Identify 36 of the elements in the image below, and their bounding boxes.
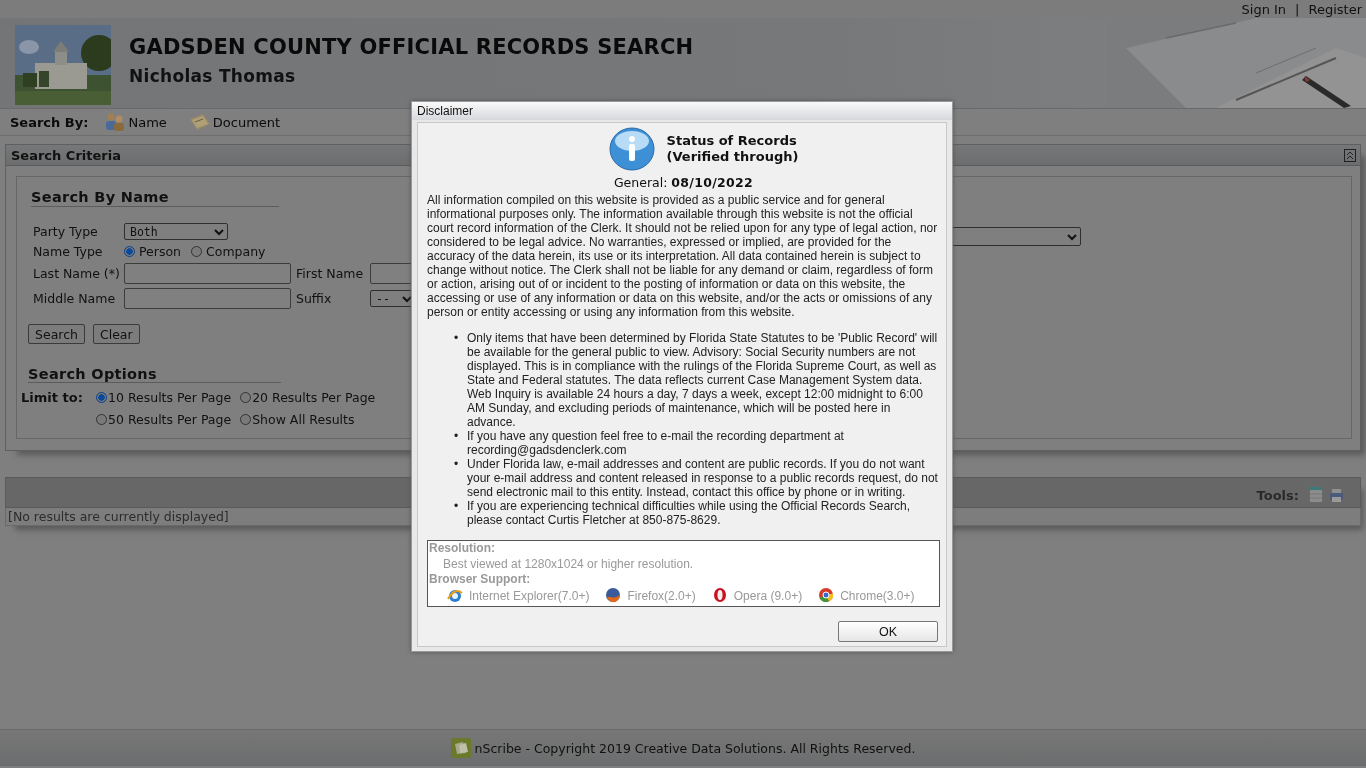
separator: | bbox=[1295, 1, 1300, 17]
resolution-label: Resolution: bbox=[429, 541, 496, 556]
site-subtitle: Nicholas Thomas bbox=[129, 66, 297, 86]
disclaimer-paragraph: All information compiled on this website is provided as a public service and for general informational purposes only. The information available through this website is not the official court record information of the Clerk. It should not be relied upon for any type of legal action, nor considered to be legal advice. No warranties, expressed or implied, are provided for the accuracy of the data herein, its use or its interpretation. All data contained herein is subject to change without notice. The Clerk shall not be liable for any demand or claim, regardless of form or action, arising out of or incident to the posting of information or data on this website, the accessing or use of any information or data on this website, and/or the acts or omissions of any person or entity accessing or using any information from this website. bbox=[427, 193, 939, 319]
tools-label: Tools: bbox=[1256, 488, 1299, 503]
field-label: Party Type bbox=[33, 224, 99, 239]
section-heading: Search By Name bbox=[31, 189, 279, 207]
browser-name: Firefox(2.0+) bbox=[627, 589, 696, 603]
resolution-text: Best viewed at 1280x1024 or higher resolution. bbox=[442, 556, 695, 572]
bullet-marker: • bbox=[454, 331, 459, 347]
browser-name: Chrome(3.0+) bbox=[840, 589, 915, 603]
status-heading: (Verified through) bbox=[666, 149, 799, 165]
field-label: Last Name (*) bbox=[33, 266, 121, 281]
bullet-marker: • bbox=[454, 457, 459, 473]
bullet-item: Only items that have been determined by Florida State Statutes to be 'Public Record' will be available for the general public to view. Advisory: Social Security numbers are not displayed. This is in compliance with the rulings of the Florida Supreme Court, as well as State and Federal statutes. The data reflects current Case Management System data. Web Inquiry is available 24 hours a day, 7 days a week, except 12:00 midnight to 6:00 AM Sunday, and excluding periods of maintenance, which will be posted here in advance. bbox=[467, 331, 939, 429]
copyright-text: nScribe - Copyright 2019 Creative Data Solutions. All Rights Reserved. bbox=[474, 740, 916, 756]
bullet-item: Under Florida law, e-mail addresses and content are public records. If you do not want your e-mail address and content released in response to a public records request, do not send electronic mail to this entity. Instead, contact this office by phone or in writing. bbox=[467, 457, 939, 499]
browser-name: Internet Explorer(7.0+) bbox=[469, 589, 590, 603]
panel-title: Search Criteria bbox=[11, 147, 121, 163]
bullet-item: If you have any question feel free to e-mail the recording department at recording@gadsdenclerk.com bbox=[467, 429, 845, 457]
search-by-label: Search By: bbox=[10, 114, 89, 130]
field-label: Suffix bbox=[296, 291, 333, 306]
radio-label: Company bbox=[206, 244, 266, 259]
browser-name: Opera (9.0+) bbox=[733, 589, 803, 603]
general-date: General: 08/10/2022 bbox=[612, 175, 755, 191]
section-heading: Search Options bbox=[28, 366, 281, 383]
field-label: Middle Name bbox=[33, 291, 117, 306]
browser-support-label: Browser Support: bbox=[429, 572, 532, 587]
status-heading: Status of Records bbox=[666, 133, 798, 149]
field-label: First Name bbox=[296, 266, 365, 281]
radio-label: Person bbox=[139, 244, 181, 259]
bullet-marker: • bbox=[454, 429, 459, 445]
limit-label: Limit to: bbox=[21, 390, 84, 405]
field-label: Name Type bbox=[33, 244, 104, 259]
dialog-title-bar: Disclaimer bbox=[412, 102, 952, 120]
site-title: GADSDEN COUNTY OFFICIAL RECORDS SEARCH bbox=[129, 35, 694, 59]
